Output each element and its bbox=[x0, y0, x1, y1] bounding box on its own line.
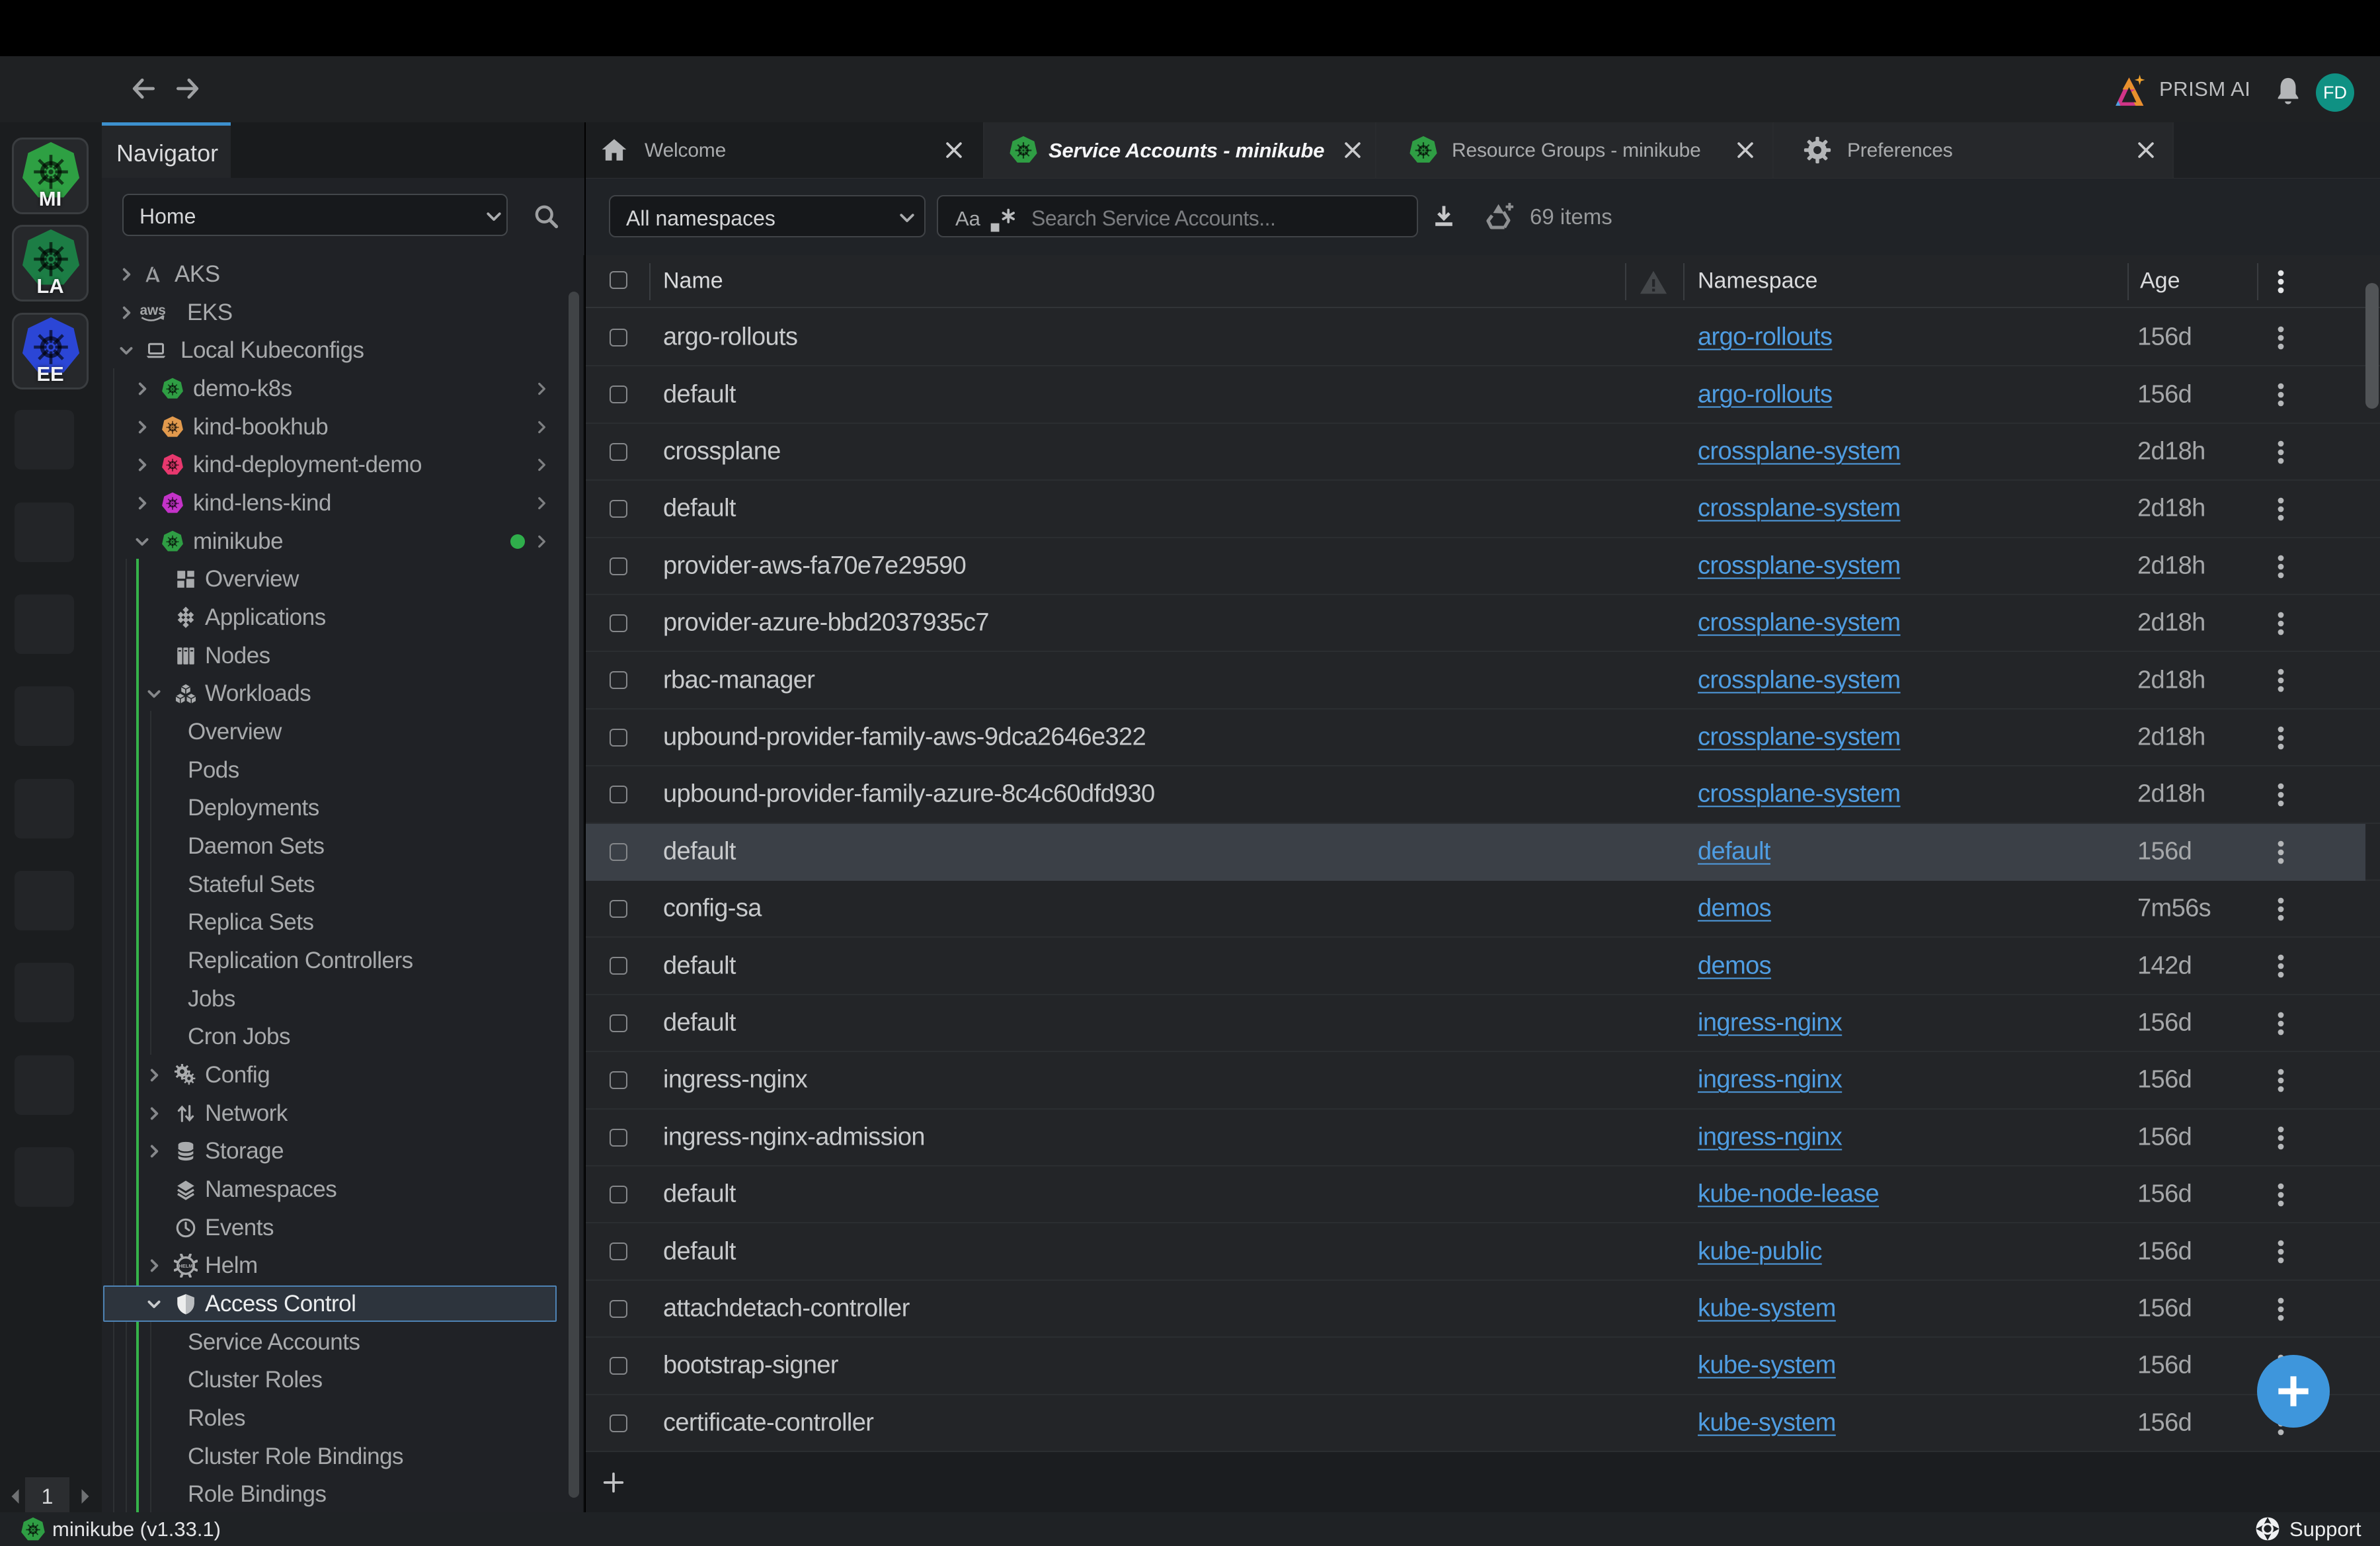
svg-text:HELM: HELM bbox=[178, 1263, 192, 1269]
svg-text:aws: aws bbox=[139, 303, 165, 318]
